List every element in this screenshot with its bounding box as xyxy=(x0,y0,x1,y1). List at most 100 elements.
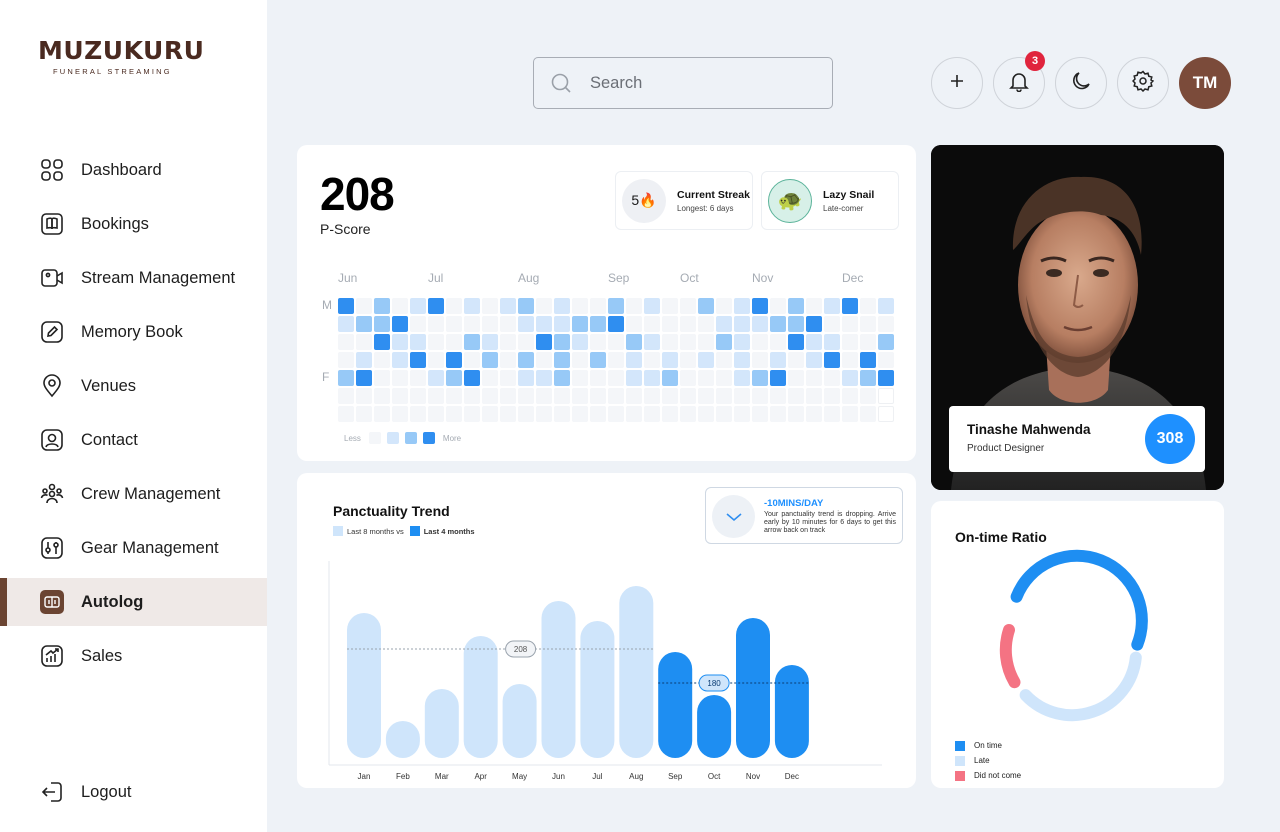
heatmap-cell xyxy=(428,406,444,422)
heatmap-cell xyxy=(878,352,894,368)
moon-icon xyxy=(1070,70,1092,97)
heatmap-cell xyxy=(518,334,534,350)
notifications-button[interactable]: 3 xyxy=(993,51,1045,109)
book-icon xyxy=(40,212,64,236)
x-tick-label: Jun xyxy=(552,772,565,781)
heatmap-cell xyxy=(680,334,696,350)
heatmap-cell xyxy=(626,334,642,350)
heatmap-cell xyxy=(428,370,444,386)
heatmap-cell xyxy=(824,370,840,386)
heatmap-cell xyxy=(788,298,804,314)
sidebar-item-dashboard[interactable]: Dashboard xyxy=(0,146,267,194)
pscore-card: 208 P-Score 5🔥 Current Streak Longest: 6… xyxy=(297,145,916,461)
heatmap-cell xyxy=(788,334,804,350)
sidebar-item-memory-book[interactable]: Memory Book xyxy=(0,308,267,356)
ratio-legend: On time Late Did not come xyxy=(955,738,1021,783)
sidebar-item-bookings[interactable]: Bookings xyxy=(0,200,267,248)
heatmap-cell xyxy=(644,406,660,422)
sidebar-item-crew-management[interactable]: Crew Management xyxy=(0,470,267,518)
heatmap-month-label: Jun xyxy=(338,271,358,285)
heatmap-cell xyxy=(752,334,768,350)
heatmap-cell xyxy=(752,352,768,368)
heatmap-cell xyxy=(806,370,822,386)
heatmap-cell xyxy=(752,406,768,422)
heatmap-cell xyxy=(410,298,426,314)
profile-role: Product Designer xyxy=(967,443,1045,454)
heatmap-cell xyxy=(572,334,588,350)
heatmap-cell xyxy=(644,370,660,386)
video-camera-icon xyxy=(40,266,64,290)
heatmap-cell xyxy=(500,334,516,350)
heatmap-cell xyxy=(590,352,606,368)
heatmap-cell xyxy=(716,388,732,404)
avg-label-prev: 208 xyxy=(514,645,528,654)
x-tick-label: May xyxy=(512,772,527,781)
donut-segment-late xyxy=(1019,651,1142,722)
brand-name: MUZUKURU xyxy=(38,36,205,65)
heatmap-cell xyxy=(536,298,552,314)
heatmap-cell xyxy=(464,298,480,314)
heatmap-cell xyxy=(788,370,804,386)
heatmap-cell xyxy=(878,316,894,332)
heatmap-cell xyxy=(878,334,894,350)
chart-bar xyxy=(463,636,498,758)
sidebar-item-label: Memory Book xyxy=(81,322,183,341)
search-input[interactable] xyxy=(590,73,810,93)
heatmap-cell xyxy=(356,352,372,368)
heatmap-cell xyxy=(806,406,822,422)
heatmap-cell xyxy=(374,352,390,368)
heatmap-cell xyxy=(482,316,498,332)
logout-button[interactable]: Logout xyxy=(0,768,267,816)
heatmap-cell xyxy=(392,406,408,422)
sidebar-item-gear-management[interactable]: Gear Management xyxy=(0,524,267,572)
add-button[interactable] xyxy=(931,57,983,109)
heatmap-cell xyxy=(752,388,768,404)
heatmap-cell xyxy=(608,298,624,314)
avatar[interactable]: TM xyxy=(1179,57,1231,109)
brand-logo[interactable]: MUZUKURU FUNERAL STREAMING xyxy=(38,36,204,76)
legend-less-label: Less xyxy=(344,433,361,443)
donut-segment-on-time xyxy=(1010,549,1148,651)
legend-item: On time xyxy=(955,738,1021,753)
heatmap-cell xyxy=(590,388,606,404)
sidebar-item-label: Venues xyxy=(81,376,137,395)
punctuality-trend-card: Panctuality Trend Last 8 months vs Last … xyxy=(297,473,916,788)
heatmap-cell xyxy=(626,352,642,368)
heatmap-cell xyxy=(734,388,750,404)
heatmap-cell xyxy=(500,388,516,404)
heatmap-cell xyxy=(464,388,480,404)
heatmap-cell xyxy=(860,388,876,404)
heatmap-cell xyxy=(698,298,714,314)
heatmap-cell xyxy=(374,298,390,314)
heatmap-cell xyxy=(410,370,426,386)
heatmap-cell xyxy=(824,388,840,404)
heatmap-cell xyxy=(680,298,696,314)
sidebar-item-contact[interactable]: Contact xyxy=(0,416,267,464)
x-tick-label: Jul xyxy=(592,772,602,781)
heatmap-cell xyxy=(428,316,444,332)
search-box[interactable] xyxy=(533,57,833,109)
chart-bar xyxy=(541,601,576,758)
heatmap-cell xyxy=(536,388,552,404)
crew-icon xyxy=(40,482,64,506)
sidebar-item-venues[interactable]: Venues xyxy=(0,362,267,410)
heatmap-cell xyxy=(716,370,732,386)
x-tick-label: Aug xyxy=(629,772,643,781)
chart-bar xyxy=(347,613,381,758)
heatmap-cell xyxy=(608,370,624,386)
sidebar-item-autolog[interactable]: Autolog xyxy=(0,578,267,626)
chart-bar xyxy=(502,684,537,758)
heatmap-cell xyxy=(842,334,858,350)
sidebar-item-sales[interactable]: Sales xyxy=(0,632,267,680)
heatmap-cell xyxy=(662,298,678,314)
sidebar-item-stream-management[interactable]: Stream Management xyxy=(0,254,267,302)
settings-button[interactable] xyxy=(1117,57,1169,109)
chart-bar xyxy=(736,618,770,758)
dark-mode-toggle[interactable] xyxy=(1055,57,1107,109)
x-tick-label: Nov xyxy=(746,772,760,781)
heatmap-cell xyxy=(716,316,732,332)
heatmap-cell xyxy=(626,370,642,386)
heatmap-legend: Less More xyxy=(344,432,461,444)
legend-label: Late xyxy=(974,756,990,765)
heatmap-cell xyxy=(482,334,498,350)
